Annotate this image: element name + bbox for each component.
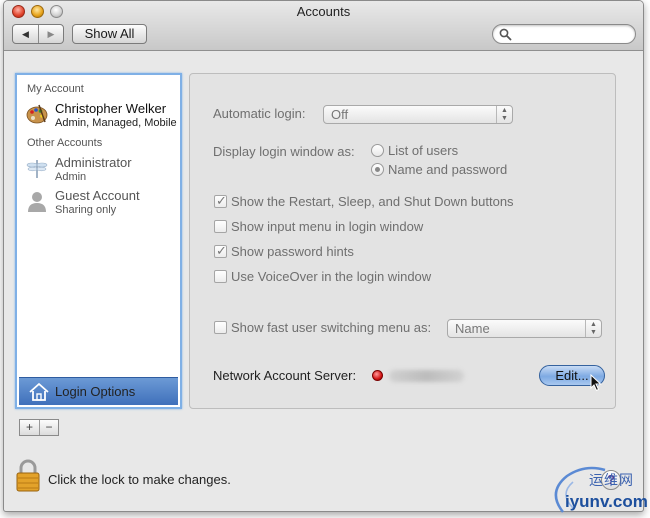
account-name: Administrator <box>55 155 132 170</box>
forward-button[interactable]: ▶ <box>38 25 63 43</box>
watermark-logo: 运维网 iyunv.com <box>545 462 648 514</box>
mouse-pointer-icon <box>590 374 602 392</box>
account-name: Christopher Welker <box>55 101 167 116</box>
add-account-button[interactable]: + <box>20 420 39 435</box>
automatic-login-value: Off <box>331 107 349 122</box>
login-options-label: Login Options <box>55 384 136 399</box>
fast-user-switching-value: Name <box>455 321 490 336</box>
checkbox[interactable] <box>214 321 227 334</box>
palette-avatar-icon <box>26 104 48 124</box>
lock-message: Click the lock to make changes. <box>48 472 231 487</box>
watermark-bottom-text: iyunv.com <box>565 492 648 511</box>
lock-icon[interactable] <box>15 459 41 493</box>
other-accounts-header: Other Accounts <box>27 137 103 149</box>
remove-account-button[interactable]: − <box>39 420 58 435</box>
status-indicator-icon <box>372 370 383 381</box>
checkbox-label: Show the Restart, Sleep, and Shut Down b… <box>231 194 514 209</box>
my-account-header: My Account <box>27 83 84 95</box>
add-remove-control: + − <box>19 419 59 436</box>
title-bar: Accounts ◀ ▶ Show All <box>4 1 643 51</box>
network-server-label: Network Account Server: <box>213 368 357 383</box>
checkbox[interactable] <box>214 220 227 233</box>
account-guest[interactable]: Guest Account Sharing only <box>25 188 183 220</box>
account-christopher-welker[interactable]: Christopher Welker Admin, Managed, Mobil… <box>25 101 183 133</box>
checkbox[interactable] <box>214 243 227 259</box>
accounts-list[interactable]: My Account Christopher Welker Admin, Man… <box>15 73 182 409</box>
dragonfly-avatar-icon <box>26 160 48 178</box>
radio-button[interactable] <box>371 163 384 176</box>
checkbox[interactable] <box>214 193 227 209</box>
display-login-label: Display login window as: <box>213 144 355 159</box>
house-icon <box>29 383 49 401</box>
radio-label: List of users <box>388 143 459 158</box>
blurred-server-name <box>389 370 464 382</box>
chevron-updown-icon: ▲ ▼ <box>496 106 512 123</box>
account-administrator[interactable]: Administrator Admin <box>25 155 183 187</box>
person-silhouette-icon <box>28 192 46 212</box>
back-forward-control: ◀ ▶ <box>12 24 64 44</box>
login-options-item[interactable]: Login Options <box>19 377 178 405</box>
checkbox-label: Show input menu in login window <box>231 219 424 234</box>
radio-label: Name and password <box>388 162 508 177</box>
automatic-login-label: Automatic login: <box>213 106 306 121</box>
login-options-panel: Automatic login: Off ▲ ▼ Display login wi… <box>189 73 616 409</box>
search-field[interactable] <box>492 24 636 44</box>
watermark-top-text: 运维网 <box>589 472 634 488</box>
account-role: Admin, Managed, Mobile <box>55 117 177 129</box>
arrow-left-icon: ◀ <box>22 28 29 39</box>
account-role: Sharing only <box>55 204 117 216</box>
checkbox-label: Show password hints <box>231 244 354 259</box>
chevron-updown-icon: ▲ ▼ <box>585 320 601 337</box>
radio-button[interactable] <box>371 144 384 157</box>
fast-user-switching-popup[interactable]: Name ▲ ▼ <box>447 319 602 338</box>
back-button[interactable]: ◀ <box>13 25 38 43</box>
checkbox-label: Show fast user switching menu as: <box>231 320 432 335</box>
checkbox[interactable] <box>214 270 227 283</box>
automatic-login-popup[interactable]: Off ▲ ▼ <box>323 105 513 124</box>
arrow-right-icon: ▶ <box>47 28 55 39</box>
account-name: Guest Account <box>55 188 140 203</box>
show-all-button[interactable]: Show All <box>72 24 147 44</box>
checkbox-label: Use VoiceOver in the login window <box>231 269 432 284</box>
window-title: Accounts <box>296 4 351 19</box>
search-icon <box>499 28 512 41</box>
account-role: Admin <box>55 171 87 183</box>
